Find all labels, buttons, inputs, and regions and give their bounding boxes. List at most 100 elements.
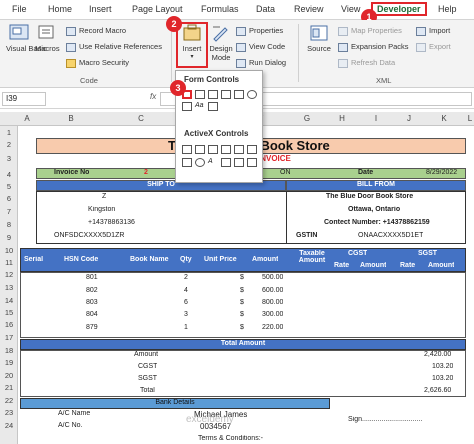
map-properties-button[interactable]: Map Properties xyxy=(338,26,402,36)
row-header[interactable]: 23 xyxy=(0,408,18,417)
row-header[interactable]: 19 xyxy=(0,358,18,367)
visual-basic-button[interactable]: Visual Basic xyxy=(6,24,47,53)
column-header[interactable]: A xyxy=(18,114,36,123)
header-unit-price: Unit Price xyxy=(204,256,237,263)
hsn-code: 879 xyxy=(86,324,98,331)
tab-insert[interactable]: Insert xyxy=(89,4,112,14)
refresh-data-button[interactable]: Refresh Data xyxy=(338,58,395,68)
tab-data[interactable]: Data xyxy=(256,4,275,14)
column-header[interactable]: G xyxy=(286,114,328,123)
option-button-icon[interactable] xyxy=(247,90,257,99)
row-header[interactable]: 21 xyxy=(0,383,18,392)
column-header[interactable]: L xyxy=(466,114,474,123)
column-header[interactable]: C xyxy=(106,114,176,123)
currency-symbol: $ xyxy=(240,324,244,331)
column-header[interactable]: H xyxy=(328,114,356,123)
row-header[interactable]: 14 xyxy=(0,296,18,305)
qty: 1 xyxy=(184,324,188,331)
toggle-button-icon[interactable] xyxy=(234,158,244,167)
spin-button-icon[interactable] xyxy=(221,90,231,99)
row-header[interactable]: 2 xyxy=(0,140,18,149)
import-button[interactable]: Import xyxy=(416,26,450,36)
image-icon[interactable] xyxy=(221,158,231,167)
separator xyxy=(298,24,299,82)
design-mode-button[interactable]: Design Mode xyxy=(208,24,234,62)
combo-box-icon[interactable] xyxy=(195,90,205,99)
row-header[interactable]: 8 xyxy=(0,220,18,229)
macro-security-button[interactable]: Macro Security xyxy=(66,58,129,68)
export-button[interactable]: Export xyxy=(416,42,451,52)
row-header[interactable]: 3 xyxy=(0,154,18,163)
option-button-icon[interactable] xyxy=(195,158,205,167)
tab-home[interactable]: Home xyxy=(48,4,72,14)
fx-icon[interactable]: fx xyxy=(150,92,156,101)
source-icon xyxy=(310,25,328,41)
row-header[interactable]: 1 xyxy=(0,128,18,137)
qty: 2 xyxy=(184,274,188,281)
tab-file[interactable]: File xyxy=(12,4,27,14)
list-box-icon[interactable] xyxy=(234,90,244,99)
code-group-label: Code xyxy=(80,76,98,85)
row-header[interactable]: 11 xyxy=(0,258,18,267)
tab-developer[interactable]: Developer xyxy=(371,2,427,16)
list-box-icon[interactable] xyxy=(221,145,231,154)
row-header[interactable]: 4 xyxy=(0,170,18,179)
form-controls-heading: Form Controls xyxy=(184,75,240,84)
checkbox-icon[interactable] xyxy=(208,90,218,99)
record-macro-button[interactable]: Record Macro xyxy=(66,26,126,36)
row-header[interactable]: 5 xyxy=(0,182,18,191)
run-dialog-button[interactable]: Run Dialog xyxy=(236,58,286,68)
header-cgst: CGST xyxy=(348,250,368,257)
row-header[interactable]: 12 xyxy=(0,270,18,279)
tab-view[interactable]: View xyxy=(341,4,360,14)
row-header[interactable]: 16 xyxy=(0,320,18,329)
column-header[interactable]: I xyxy=(356,114,396,123)
hsn-code: 803 xyxy=(86,299,98,306)
row-header[interactable]: 7 xyxy=(0,207,18,216)
row-header[interactable]: 18 xyxy=(0,346,18,355)
row-header[interactable]: 15 xyxy=(0,308,18,317)
tab-page-layout[interactable]: Page Layout xyxy=(132,4,183,14)
warning-icon xyxy=(66,58,76,68)
scroll-bar-icon[interactable] xyxy=(208,102,218,111)
address-divider xyxy=(286,191,287,244)
row-header[interactable]: 20 xyxy=(0,371,18,380)
combo-box-icon[interactable] xyxy=(195,145,205,154)
row-header[interactable]: 10 xyxy=(0,246,18,255)
column-header[interactable]: J xyxy=(396,114,422,123)
name-box[interactable]: I39 xyxy=(2,92,46,106)
column-header[interactable]: K xyxy=(422,114,466,123)
row-header[interactable]: 13 xyxy=(0,283,18,292)
source-button[interactable]: Source xyxy=(304,24,334,53)
view-code-button[interactable]: View Code xyxy=(236,42,285,52)
tab-help[interactable]: Help xyxy=(438,4,457,14)
group-box-icon[interactable] xyxy=(182,102,192,111)
label-icon[interactable]: Aa xyxy=(195,102,205,111)
macros-button[interactable]: Macros xyxy=(35,24,60,53)
row-header-bar: 1 2 3 4 5 6 7 8 9 10 11 12 13 14 15 16 1… xyxy=(0,126,18,444)
tab-review[interactable]: Review xyxy=(294,4,324,14)
row-header[interactable]: 17 xyxy=(0,333,18,342)
row-header[interactable]: 6 xyxy=(0,194,18,203)
expansion-packs-button[interactable]: Expansion Packs xyxy=(338,42,409,52)
currency-symbol: $ xyxy=(240,287,244,294)
properties-button[interactable]: Properties xyxy=(236,26,283,36)
more-controls-icon[interactable] xyxy=(247,158,257,167)
column-header[interactable]: B xyxy=(36,114,106,123)
bank-details-header: Bank Details xyxy=(20,398,330,409)
text-box-icon[interactable] xyxy=(234,145,244,154)
row-header[interactable]: 9 xyxy=(0,233,18,242)
command-button-icon[interactable] xyxy=(182,145,192,154)
spin-button-icon[interactable] xyxy=(182,158,192,167)
tab-formulas[interactable]: Formulas xyxy=(201,4,239,14)
scroll-bar-icon[interactable] xyxy=(247,145,257,154)
import-icon xyxy=(416,26,426,36)
header-sgst-rate: Rate xyxy=(400,262,416,269)
relative-references-button[interactable]: Use Relative References xyxy=(66,42,162,52)
row-header[interactable]: 24 xyxy=(0,421,18,430)
total-amount-header: Total Amount xyxy=(20,339,466,350)
row-header[interactable]: 22 xyxy=(0,396,18,405)
visual-basic-icon xyxy=(9,24,29,40)
checkbox-icon[interactable] xyxy=(208,145,218,154)
label-icon[interactable]: A xyxy=(208,158,218,167)
